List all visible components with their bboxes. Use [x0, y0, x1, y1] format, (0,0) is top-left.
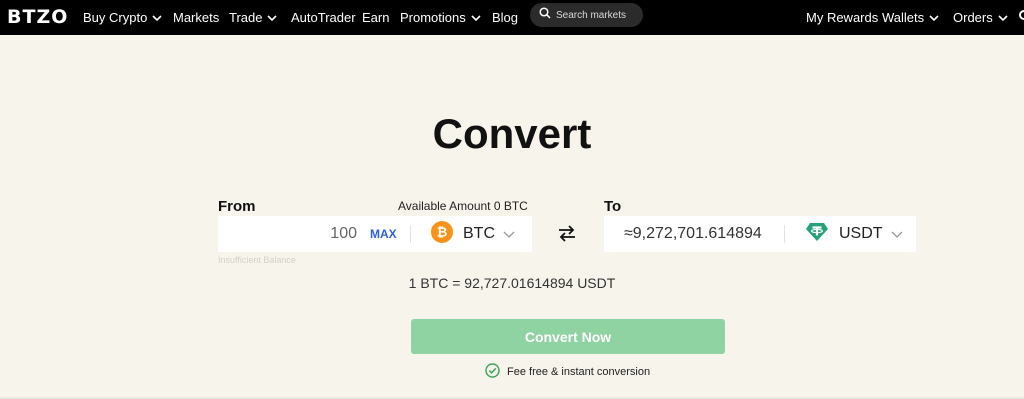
- divider: [410, 225, 411, 243]
- max-button[interactable]: MAX: [370, 216, 397, 252]
- available-amount: Available Amount 0 BTC: [398, 199, 528, 213]
- to-field: ≈9,272,701.614894 USDT: [604, 216, 916, 252]
- bitcoin-icon: ₿: [431, 220, 453, 248]
- to-coin-select[interactable]: USDT: [805, 216, 903, 252]
- to-coin-symbol: USDT: [839, 225, 883, 242]
- from-coin-select[interactable]: ₿ BTC: [431, 216, 515, 252]
- page-title: Convert: [432, 110, 592, 157]
- divider: [784, 225, 785, 243]
- nav-buy-crypto[interactable]: Buy Crypto: [83, 0, 162, 35]
- nav-item-label: Blog: [492, 10, 519, 25]
- svg-text:₿: ₿: [437, 225, 448, 240]
- swap-arrows-icon: [556, 225, 578, 248]
- nav-blog[interactable]: Blog: [492, 0, 518, 35]
- nav-item-label: Wallets: [882, 10, 925, 25]
- nav-item-label: Orders: [953, 10, 993, 25]
- fee-note: Fee free & instant conversion: [485, 363, 650, 381]
- from-coin-symbol: BTC: [463, 225, 495, 242]
- tether-icon: [805, 222, 829, 247]
- nav-item-label: AutoTrader: [291, 10, 356, 25]
- nav-trade[interactable]: Trade: [229, 0, 278, 35]
- chevron-down-icon: [891, 231, 903, 238]
- nav-orders[interactable]: Orders: [953, 0, 1008, 35]
- fee-note-text: Fee free & instant conversion: [507, 366, 651, 378]
- chevron-down-icon: [998, 14, 1008, 21]
- to-amount: ≈9,272,701.614894: [624, 225, 762, 242]
- nav-earn[interactable]: Earn: [362, 0, 389, 35]
- insufficient-balance-message: Insufficient Balance: [218, 255, 296, 265]
- from-amount-input[interactable]: 100: [330, 216, 357, 252]
- from-label: From: [218, 198, 256, 215]
- chevron-down-icon: [929, 14, 939, 21]
- chevron-down-icon: [267, 14, 278, 21]
- nav-promotions[interactable]: Promotions: [400, 0, 481, 35]
- nav-my-rewards[interactable]: My Rewards: [806, 0, 878, 35]
- nav-item-label: Earn: [362, 10, 390, 25]
- chevron-down-icon: [503, 231, 515, 238]
- search-icon: [539, 6, 551, 24]
- chevron-down-icon: [152, 14, 162, 21]
- convert-now-button[interactable]: Convert Now: [411, 319, 725, 354]
- search-input[interactable]: Search markets: [530, 3, 643, 27]
- nav-wallets[interactable]: Wallets: [882, 0, 939, 35]
- nav-markets[interactable]: Markets: [173, 0, 219, 35]
- nav-item-label: Trade: [229, 10, 263, 25]
- from-field: 100 MAX ₿ BTC: [218, 216, 532, 252]
- exchange-rate: 1 BTC = 92,727.01614894 USDT: [408, 275, 616, 291]
- top-nav: BTZO Buy Crypto Markets Trade AutoTrader…: [0, 0, 1024, 35]
- nav-autotrader[interactable]: AutoTrader: [291, 0, 356, 35]
- chevron-down-icon: [471, 14, 481, 21]
- nav-item-label: Buy Crypto: [83, 10, 148, 25]
- nav-item-label: My Rewards: [806, 10, 879, 25]
- account-icon[interactable]: [1019, 10, 1024, 20]
- logo[interactable]: BTZO: [7, 6, 68, 28]
- check-circle-icon: [485, 363, 500, 381]
- swap-button[interactable]: [556, 222, 578, 249]
- nav-item-label: Markets: [173, 10, 220, 25]
- nav-item-label: Promotions: [400, 10, 466, 25]
- to-label: To: [604, 198, 622, 215]
- search-placeholder: Search markets: [556, 9, 627, 21]
